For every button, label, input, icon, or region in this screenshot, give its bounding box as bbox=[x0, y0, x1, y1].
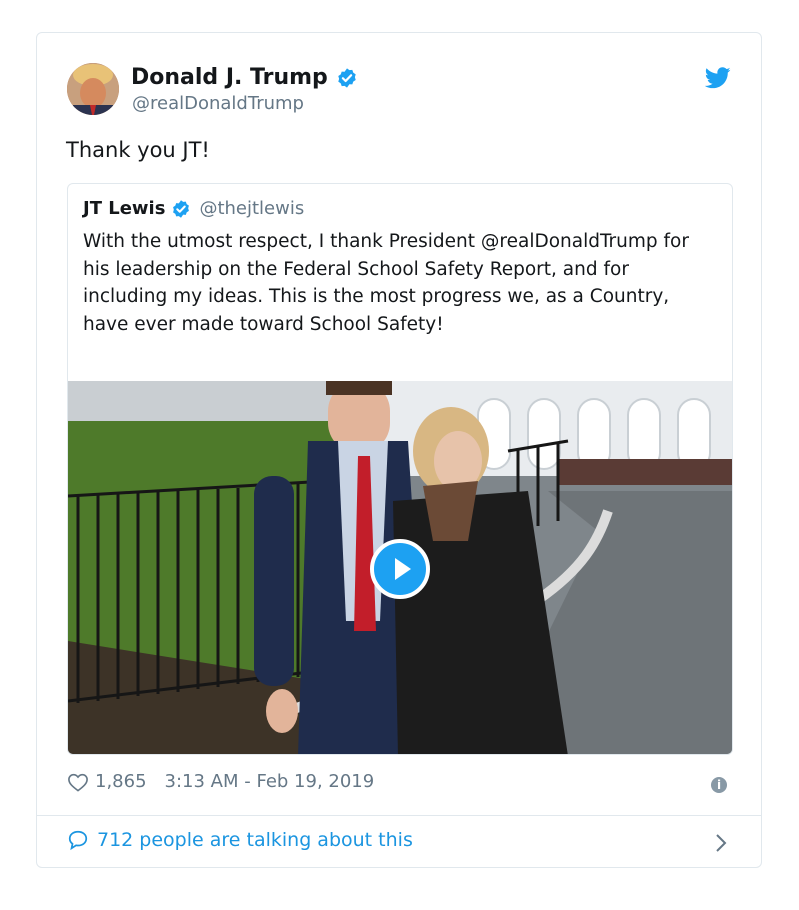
author-avatar[interactable] bbox=[67, 63, 119, 115]
author-name-text: Donald J. Trump bbox=[131, 65, 328, 90]
like-button[interactable]: 1,865 bbox=[67, 771, 147, 792]
info-icon[interactable]: i bbox=[711, 777, 727, 793]
speech-bubble-icon bbox=[68, 830, 88, 851]
conversation-link[interactable]: 712 people are talking about this bbox=[67, 829, 413, 851]
heart-icon bbox=[68, 773, 88, 792]
play-icon bbox=[395, 558, 411, 580]
like-count: 1,865 bbox=[95, 771, 147, 792]
tweet-text: Thank you JT! bbox=[66, 138, 210, 162]
quoted-tweet-header: JT Lewis @thejtlewis bbox=[83, 198, 304, 219]
embedded-tweet-card: Donald J. Trump @realDonaldTrump Thank y… bbox=[36, 32, 762, 868]
author-name[interactable]: Donald J. Trump bbox=[131, 65, 358, 90]
twitter-bird-icon[interactable] bbox=[705, 67, 731, 89]
play-button[interactable] bbox=[370, 539, 430, 599]
quoted-author-name[interactable]: JT Lewis bbox=[83, 198, 165, 219]
verified-badge-icon bbox=[173, 199, 190, 218]
conversation-text: 712 people are talking about this bbox=[97, 829, 413, 851]
tweet-timestamp[interactable]: 3:13 AM - Feb 19, 2019 bbox=[165, 771, 375, 792]
author-handle[interactable]: @realDonaldTrump bbox=[132, 93, 304, 114]
quoted-author-handle[interactable]: @thejtlewis bbox=[199, 198, 304, 219]
quoted-tweet[interactable]: JT Lewis @thejtlewis With the utmost res… bbox=[67, 183, 733, 755]
chevron-right-icon[interactable] bbox=[715, 833, 727, 853]
tweet-meta: 1,865 3:13 AM - Feb 19, 2019 bbox=[67, 771, 374, 792]
verified-badge-icon bbox=[338, 67, 356, 88]
divider bbox=[37, 815, 761, 816]
quoted-tweet-text: With the utmost respect, I thank Preside… bbox=[83, 231, 689, 335]
quoted-video[interactable] bbox=[68, 381, 732, 754]
